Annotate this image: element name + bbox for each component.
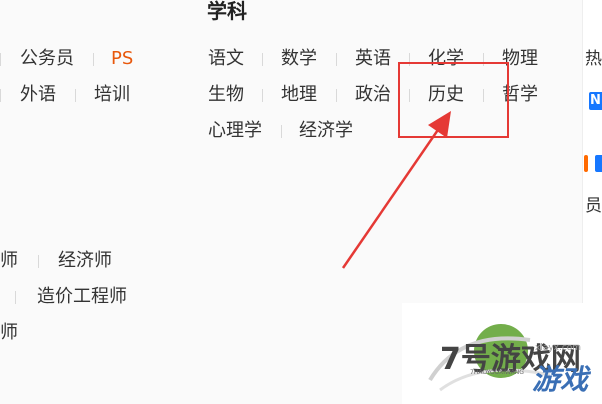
divider bbox=[336, 53, 337, 66]
tag-blue-icon bbox=[595, 155, 602, 172]
link-partial-shi[interactable]: 师 bbox=[0, 250, 18, 272]
link-economist[interactable]: 经济师 bbox=[58, 250, 112, 272]
watermark-tag: 游戏 bbox=[532, 363, 589, 396]
watermark-url: xlayx.com bbox=[535, 343, 582, 353]
link-ps[interactable]: PS bbox=[111, 48, 133, 70]
divider bbox=[38, 255, 39, 268]
link-training[interactable]: 培训 bbox=[94, 84, 130, 106]
divider bbox=[0, 53, 1, 66]
link-foreign-language[interactable]: 外语 bbox=[20, 84, 56, 106]
link-cost-engineer[interactable]: 造价工程师 bbox=[37, 286, 127, 308]
subject-psychology[interactable]: 心理学 bbox=[208, 120, 262, 142]
link-partial-shi-2[interactable]: 师 bbox=[0, 322, 18, 344]
divider bbox=[0, 89, 1, 102]
hot-words-partial: 热词 bbox=[585, 49, 602, 69]
section-title: 学科 bbox=[207, 0, 247, 23]
subject-geography[interactable]: 地理 bbox=[281, 84, 317, 106]
tag-orange-icon bbox=[584, 155, 588, 172]
divider bbox=[262, 89, 263, 102]
divider bbox=[93, 53, 94, 66]
subject-biology[interactable]: 生物 bbox=[208, 84, 244, 106]
divider bbox=[15, 291, 16, 304]
divider bbox=[281, 125, 282, 138]
badge-icon: N bbox=[589, 92, 602, 110]
divider bbox=[262, 53, 263, 66]
right-partial-text: 员 bbox=[585, 196, 602, 216]
subject-math[interactable]: 数学 bbox=[281, 48, 317, 70]
annotation-arrow-icon bbox=[341, 111, 451, 269]
divider bbox=[75, 89, 76, 102]
subject-english[interactable]: 英语 bbox=[355, 48, 391, 70]
link-civil-servant[interactable]: 公务员 bbox=[20, 48, 74, 70]
watermark-small-text: 7HAOYOUXIWANG bbox=[470, 369, 524, 376]
subject-chinese[interactable]: 语文 bbox=[208, 48, 244, 70]
